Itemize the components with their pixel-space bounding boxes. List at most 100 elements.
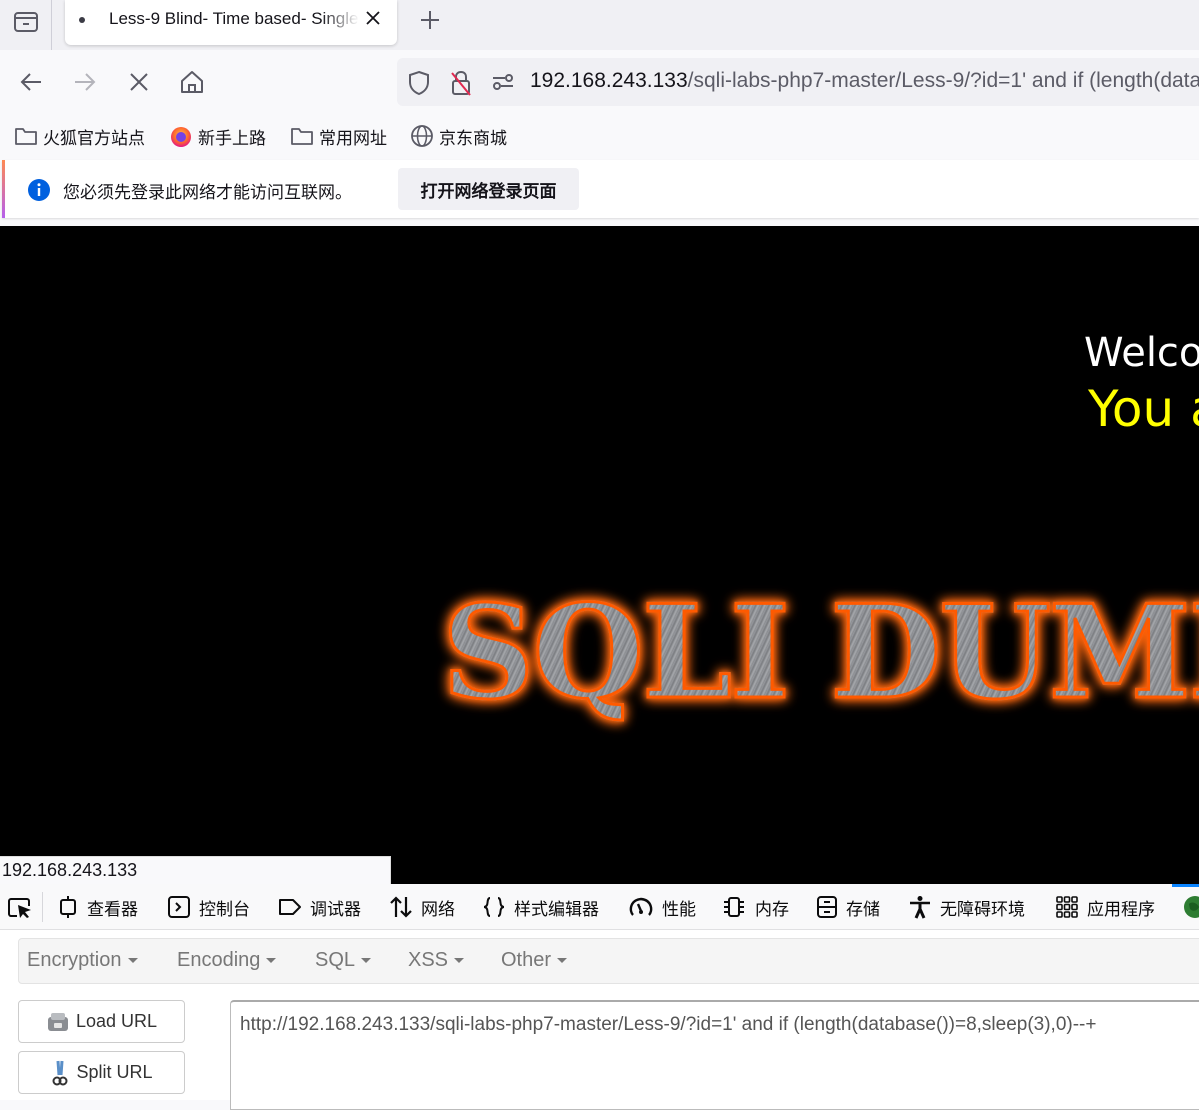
scissors-icon (52, 1060, 68, 1085)
tab-label: 控制台 (199, 899, 250, 920)
menu-sql[interactable]: SQL (315, 949, 372, 972)
tab-close-icon[interactable] (363, 8, 383, 28)
caret-down-icon (266, 958, 277, 964)
performance-icon (629, 897, 653, 916)
tab-label: 网络 (421, 899, 455, 920)
caret-down-icon (557, 958, 568, 964)
captive-portal-notification: 您必须先登录此网络才能访问互联网。 打开网络登录页面 (2, 160, 1199, 218)
tab-label: 存储 (846, 899, 880, 920)
debugger-icon (279, 899, 301, 915)
hackbar-url-textarea[interactable]: http://192.168.243.133/sqli-labs-php7-ma… (230, 1000, 1199, 1110)
tab-strip: Less-9 Blind- Time based- Single Quotes-… (0, 0, 1199, 50)
devtools-tab-storage[interactable]: 存储 (816, 894, 880, 920)
welcome-text: Welcome Dhakkan (1084, 330, 1199, 376)
tab-list-icon (14, 12, 38, 32)
active-tab-indicator (1172, 884, 1199, 887)
caret-down-icon (127, 958, 138, 964)
storage-icon (817, 896, 837, 918)
devtools-tab-console[interactable]: 控制台 (167, 894, 250, 920)
back-icon[interactable] (17, 68, 45, 96)
bookmark-label: 京东商城 (439, 128, 507, 149)
permissions-icon[interactable] (491, 72, 515, 92)
tracking-protection-shield-icon[interactable] (407, 70, 431, 96)
devtools-toolbar: 查看器 控制台 调试器 网络 样式编辑器 性能 内存 存储 无障碍环境 应用程序 (0, 884, 1199, 930)
home-icon[interactable] (178, 68, 206, 96)
info-icon (28, 179, 50, 201)
menu-label: Encoding (177, 949, 261, 971)
active-tab[interactable]: Less-9 Blind- Time based- Single Quotes-… (65, 0, 397, 45)
hackbar-panel: Encryption Encoding SQL XSS Other Load U… (0, 930, 1199, 1110)
menu-encryption[interactable]: Encryption (27, 949, 138, 972)
memory-icon (724, 897, 744, 917)
tab-title: Less-9 Blind- Time based- Single Quotes-… (109, 9, 359, 28)
menu-label: Encryption (27, 949, 122, 971)
globe-icon (411, 125, 433, 147)
url-host: 192.168.243.133 (530, 69, 688, 92)
new-tab-icon[interactable] (417, 7, 443, 33)
bookmark-getting-started[interactable]: 新手上路 (169, 122, 266, 150)
menu-label: Other (501, 949, 552, 971)
url-path: /sqli-labs-php7-master/Less-9/?id=1' and… (687, 69, 1199, 92)
caret-down-icon (361, 958, 372, 964)
devtools-tab-inspector[interactable]: 查看器 (57, 894, 138, 920)
element-picker-icon[interactable] (7, 896, 33, 920)
page-content: Welcome Dhakkan You are in........... SQ… (0, 226, 1199, 884)
tab-label: 内存 (755, 899, 789, 920)
load-url-icon (47, 1012, 68, 1031)
devtools-tab-performance[interactable]: 性能 (628, 894, 696, 920)
split-url-label: Split URL (76, 1062, 153, 1082)
devtools-tab-application[interactable]: 应用程序 (1055, 894, 1155, 920)
menu-encoding[interactable]: Encoding (177, 949, 277, 972)
hackbar-tab-icon[interactable] (1183, 895, 1199, 919)
tab-label: 无障碍环境 (940, 899, 1025, 920)
load-url-button[interactable]: Load URL (18, 1000, 185, 1043)
tab-divider (51, 0, 52, 50)
console-icon (168, 896, 190, 918)
devtools-tab-debugger[interactable]: 调试器 (278, 894, 361, 920)
menu-xss[interactable]: XSS (408, 949, 465, 972)
load-url-label: Load URL (75, 1011, 158, 1031)
notification-text: 您必须先登录此网络才能访问互联网。 (63, 183, 352, 203)
tab-label: 调试器 (310, 899, 361, 920)
bookmark-common-sites[interactable]: 常用网址 (290, 122, 387, 150)
devtools-tab-style-editor[interactable]: 样式编辑器 (482, 894, 599, 920)
menu-label: XSS (408, 949, 449, 971)
bookmark-label: 火狐官方站点 (43, 128, 145, 149)
open-login-page-button[interactable]: 打开网络登录页面 (398, 168, 579, 210)
tab-label: 应用程序 (1087, 899, 1155, 920)
tab-list-button[interactable] (10, 6, 42, 38)
menu-other[interactable]: Other (501, 949, 568, 972)
url-text[interactable]: 192.168.243.133/sqli-labs-php7-master/Le… (530, 69, 1199, 93)
sqli-dumb-series-banner: SQLI DUMB SERIES (441, 577, 1199, 730)
bookmark-label: 常用网址 (319, 128, 387, 149)
folder-icon (15, 128, 37, 145)
devtools-tab-accessibility[interactable]: 无障碍环境 (908, 894, 1025, 920)
inspector-icon (60, 896, 76, 918)
forward-icon[interactable] (71, 68, 99, 96)
style-editor-icon (483, 897, 505, 917)
stop-icon[interactable] (125, 68, 153, 96)
insecure-lock-icon[interactable] (449, 69, 473, 97)
tab-label: 样式编辑器 (514, 899, 599, 920)
tab-loading-dot-icon (79, 17, 85, 23)
tab-label: 性能 (662, 899, 696, 920)
firefox-icon (171, 127, 191, 147)
hackbar-menu: Encryption Encoding SQL XSS Other (18, 938, 1199, 984)
toolbar-separator (42, 892, 43, 922)
you-are-in-text: You are in........... (1088, 380, 1199, 438)
accessibility-icon (910, 896, 930, 919)
network-icon (390, 896, 412, 918)
bookmark-firefox-official[interactable]: 火狐官方站点 (14, 122, 145, 150)
application-icon (1056, 896, 1078, 918)
devtools-tab-network[interactable]: 网络 (389, 894, 455, 920)
bookmark-jd-mall[interactable]: 京东商城 (410, 122, 507, 150)
status-bar: 192.168.243.133 (0, 856, 391, 884)
devtools-tab-memory[interactable]: 内存 (721, 894, 789, 920)
caret-down-icon (454, 958, 465, 964)
bookmark-label: 新手上路 (198, 128, 266, 149)
split-url-button[interactable]: Split URL (18, 1051, 185, 1094)
url-bar[interactable]: 192.168.243.133/sqli-labs-php7-master/Le… (397, 58, 1199, 106)
bookmarks-toolbar: 火狐官方站点 新手上路 常用网址 京东商城 (0, 114, 1199, 158)
menu-label: SQL (315, 949, 356, 971)
tab-label: 查看器 (87, 899, 138, 920)
